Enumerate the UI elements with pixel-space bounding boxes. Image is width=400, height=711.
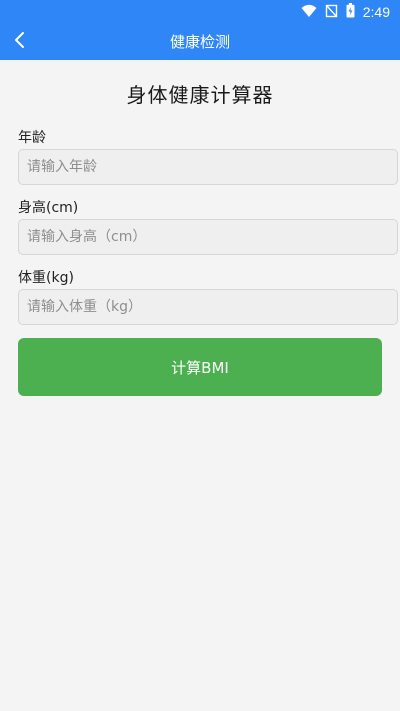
height-input[interactable] [18, 219, 398, 255]
weight-input[interactable] [18, 289, 398, 325]
age-label: 年龄 [18, 130, 46, 146]
status-icons: 2:49 [301, 2, 390, 22]
age-input[interactable] [18, 149, 398, 185]
status-bar: 2:49 [0, 0, 400, 24]
calculate-bmi-button[interactable]: 计算BMI [18, 338, 382, 396]
status-time: 2:49 [362, 4, 390, 20]
back-button[interactable] [6, 28, 34, 56]
signal-off-icon [325, 3, 338, 22]
height-label: 身高(cm) [18, 200, 79, 216]
weight-label: 体重(kg) [18, 270, 74, 286]
app-bar-title: 健康检测 [169, 33, 230, 51]
battery-icon [346, 2, 355, 22]
page-title: 身体健康计算器 [126, 83, 274, 107]
chevron-left-icon [13, 31, 27, 53]
wifi-icon [301, 3, 317, 22]
app-bar: 健康检测 [0, 24, 400, 60]
